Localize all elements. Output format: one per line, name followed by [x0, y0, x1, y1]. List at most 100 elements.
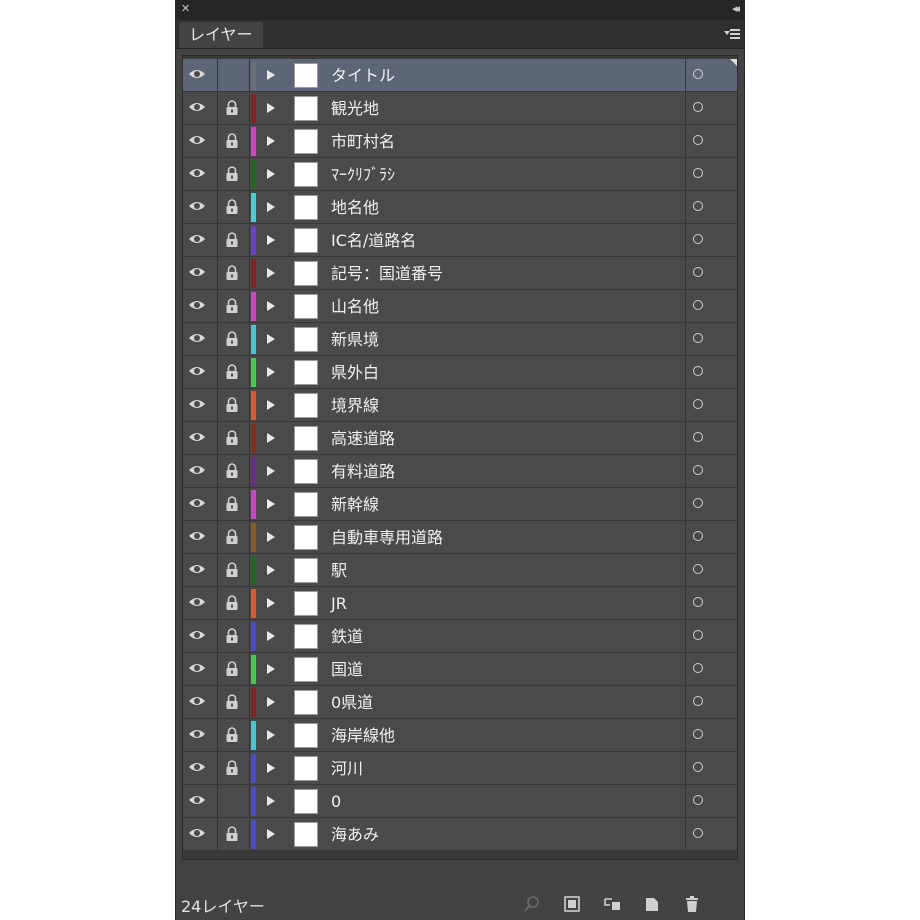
expand-arrow-icon[interactable] [267, 730, 275, 740]
layer-row[interactable]: 駅 [183, 554, 737, 587]
layer-name[interactable]: 記号：国道番号 [331, 257, 443, 290]
layer-row[interactable]: 海岸線他 [183, 719, 737, 752]
expand-arrow-icon[interactable] [267, 103, 275, 113]
layer-row[interactable]: 自動車専用道路 [183, 521, 737, 554]
layer-name[interactable]: 駅 [331, 554, 347, 587]
visibility-eye-icon[interactable] [188, 661, 206, 675]
visibility-eye-icon[interactable] [188, 331, 206, 345]
lock-icon[interactable] [225, 364, 239, 380]
target-circle-icon[interactable] [693, 762, 703, 772]
layer-row[interactable]: 市町村名 [183, 125, 737, 158]
lock-icon[interactable] [225, 727, 239, 743]
expand-arrow-icon[interactable] [267, 763, 275, 773]
make-clipping-mask-icon[interactable] [563, 895, 581, 913]
visibility-eye-icon[interactable] [188, 628, 206, 642]
layer-row[interactable]: 高速道路 [183, 422, 737, 455]
layer-row[interactable]: 鉄道 [183, 620, 737, 653]
layer-row[interactable]: 河川 [183, 752, 737, 785]
layer-row[interactable]: 境界線 [183, 389, 737, 422]
create-new-layer-icon[interactable] [643, 895, 661, 913]
target-circle-icon[interactable] [693, 729, 703, 739]
layer-name[interactable]: IC名/道路名 [331, 224, 416, 257]
expand-arrow-icon[interactable] [267, 334, 275, 344]
layer-name[interactable]: 有料道路 [331, 455, 395, 488]
expand-arrow-icon[interactable] [267, 367, 275, 377]
layer-name[interactable]: 0 [331, 785, 341, 818]
lock-icon[interactable] [225, 265, 239, 281]
layer-row[interactable]: 0 [183, 785, 737, 818]
target-circle-icon[interactable] [693, 597, 703, 607]
target-circle-icon[interactable] [693, 696, 703, 706]
lock-icon[interactable] [225, 166, 239, 182]
target-circle-icon[interactable] [693, 366, 703, 376]
expand-arrow-icon[interactable] [267, 136, 275, 146]
target-circle-icon[interactable] [693, 795, 703, 805]
layer-row[interactable]: 海あみ [183, 818, 737, 851]
layer-row[interactable]: 新幹線 [183, 488, 737, 521]
lock-icon[interactable] [225, 232, 239, 248]
target-circle-icon[interactable] [693, 102, 703, 112]
layer-name[interactable]: 海岸線他 [331, 719, 395, 752]
layer-name[interactable]: 国道 [331, 653, 363, 686]
visibility-eye-icon[interactable] [188, 364, 206, 378]
layer-row[interactable]: タイトル [183, 59, 737, 92]
target-circle-icon[interactable] [693, 399, 703, 409]
visibility-eye-icon[interactable] [188, 166, 206, 180]
delete-layer-icon[interactable] [683, 895, 701, 913]
expand-arrow-icon[interactable] [267, 664, 275, 674]
expand-arrow-icon[interactable] [267, 268, 275, 278]
layer-name[interactable]: 新県境 [331, 323, 379, 356]
target-circle-icon[interactable] [693, 564, 703, 574]
lock-icon[interactable] [225, 100, 239, 116]
layer-row[interactable]: 観光地 [183, 92, 737, 125]
lock-icon[interactable] [225, 430, 239, 446]
expand-arrow-icon[interactable] [267, 598, 275, 608]
target-circle-icon[interactable] [693, 135, 703, 145]
lock-icon[interactable] [225, 298, 239, 314]
layer-name[interactable]: 境界線 [331, 389, 379, 422]
target-circle-icon[interactable] [693, 201, 703, 211]
expand-arrow-icon[interactable] [267, 400, 275, 410]
lock-icon[interactable] [225, 661, 239, 677]
visibility-eye-icon[interactable] [188, 100, 206, 114]
visibility-eye-icon[interactable] [188, 694, 206, 708]
layer-row[interactable]: 有料道路 [183, 455, 737, 488]
target-circle-icon[interactable] [693, 828, 703, 838]
expand-arrow-icon[interactable] [267, 796, 275, 806]
layer-row[interactable]: 0県道 [183, 686, 737, 719]
lock-icon[interactable] [225, 529, 239, 545]
expand-arrow-icon[interactable] [267, 565, 275, 575]
target-circle-icon[interactable] [693, 168, 703, 178]
expand-arrow-icon[interactable] [267, 169, 275, 179]
layer-row[interactable]: 国道 [183, 653, 737, 686]
lock-icon[interactable] [225, 826, 239, 842]
visibility-eye-icon[interactable] [188, 199, 206, 213]
target-circle-icon[interactable] [693, 267, 703, 277]
target-circle-icon[interactable] [693, 234, 703, 244]
lock-icon[interactable] [225, 628, 239, 644]
expand-arrow-icon[interactable] [267, 499, 275, 509]
expand-arrow-icon[interactable] [267, 829, 275, 839]
visibility-eye-icon[interactable] [188, 397, 206, 411]
visibility-eye-icon[interactable] [188, 727, 206, 741]
target-circle-icon[interactable] [693, 69, 703, 79]
target-circle-icon[interactable] [693, 300, 703, 310]
expand-arrow-icon[interactable] [267, 301, 275, 311]
expand-arrow-icon[interactable] [267, 202, 275, 212]
visibility-eye-icon[interactable] [188, 67, 206, 81]
lock-icon[interactable] [225, 595, 239, 611]
visibility-eye-icon[interactable] [188, 529, 206, 543]
layer-row[interactable]: JR [183, 587, 737, 620]
visibility-eye-icon[interactable] [188, 265, 206, 279]
lock-icon[interactable] [225, 199, 239, 215]
lock-icon[interactable] [225, 397, 239, 413]
layer-row[interactable]: 新県境 [183, 323, 737, 356]
layer-row[interactable]: ﾏｰｸﾘﾌﾞﾗｼ [183, 158, 737, 191]
visibility-eye-icon[interactable] [188, 826, 206, 840]
target-circle-icon[interactable] [693, 663, 703, 673]
layer-name[interactable]: 観光地 [331, 92, 379, 125]
visibility-eye-icon[interactable] [188, 232, 206, 246]
visibility-eye-icon[interactable] [188, 463, 206, 477]
expand-arrow-icon[interactable] [267, 697, 275, 707]
lock-icon[interactable] [225, 496, 239, 512]
